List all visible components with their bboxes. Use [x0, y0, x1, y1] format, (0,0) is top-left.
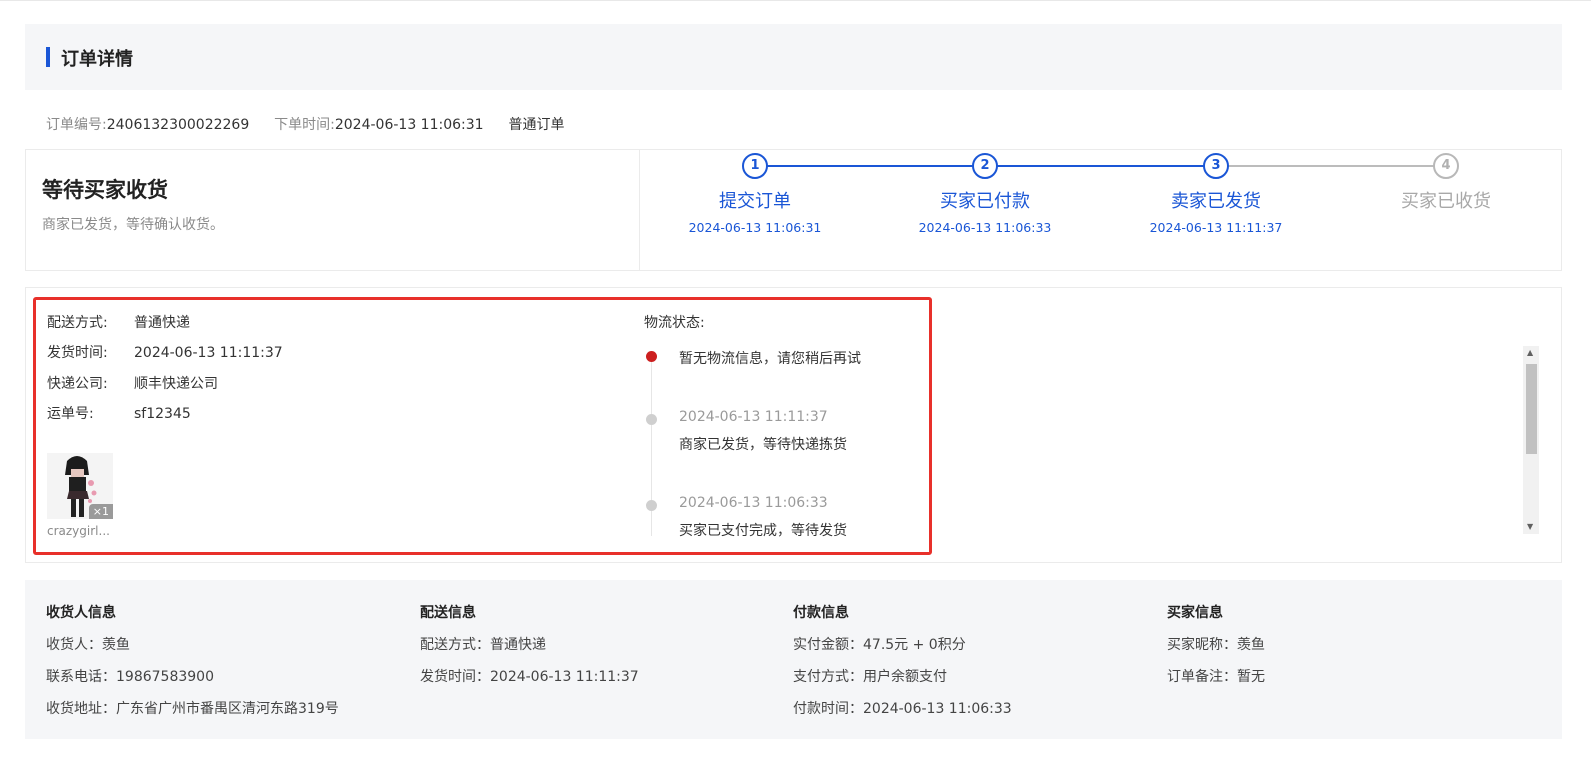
step-number: 2: [972, 153, 998, 179]
section-title: 付款信息: [793, 605, 849, 621]
step-seller-shipped: 3 卖家已发货 2024-06-13 11:11:37: [1101, 153, 1331, 235]
step-label: 卖家已发货: [1171, 191, 1261, 212]
payment-method: 支付方式：用户余额支付: [793, 669, 947, 685]
status-title: 等待买家收货: [42, 178, 168, 202]
step-submit-order: 1 提交订单 2024-06-13 11:06:31: [640, 153, 870, 235]
order-status-panel: 等待买家收货 商家已发货，等待确认收货。 1 提交订单 2024-06-13 1…: [25, 149, 1562, 271]
status-description: 商家已发货，等待确认收货。: [42, 217, 224, 233]
row-value: 2024-06-13 11:11:37: [134, 345, 283, 361]
logistics-event-text: 商家已发货，等待快递拣货: [679, 437, 847, 453]
tracking-number-row: 运单号: sf12345: [47, 403, 191, 423]
row-value[interactable]: sf12345: [134, 406, 191, 422]
timeline-dot: [646, 414, 657, 425]
order-type: 普通订单: [508, 117, 565, 133]
timeline-dot: [646, 500, 657, 511]
section-title: 买家信息: [1167, 605, 1223, 621]
step-label: 买家已付款: [940, 191, 1030, 212]
quantity-badge: ×1: [88, 504, 113, 519]
scrollbar-thumb[interactable]: [1526, 364, 1537, 454]
consignee-phone: 联系电话：19867583900: [46, 669, 214, 685]
row-label: 运单号:: [47, 406, 94, 422]
logistics-event-time: 2024-06-13 11:11:37: [679, 409, 828, 425]
logistics-event-time: 2024-06-13 11:06:33: [679, 495, 828, 511]
paid-amount: 实付金额：47.5元 + 0积分: [793, 637, 966, 653]
row-label: 发货时间:: [47, 345, 108, 361]
buyer-nickname: 买家昵称：羡鱼: [1167, 637, 1265, 653]
scroll-down-arrow-icon[interactable]: ▼: [1527, 522, 1533, 531]
payment-info: 付款信息 实付金额：47.5元 + 0积分 支付方式：用户余额支付 付款时间：2…: [793, 602, 1012, 717]
delivery-info: 配送信息 配送方式：普通快递 发货时间：2024-06-13 11:11:37: [420, 602, 639, 685]
delivery-time: 发货时间：2024-06-13 11:11:37: [420, 669, 639, 685]
row-label: 快递公司:: [47, 376, 108, 392]
shipping-method-row: 配送方式: 普通快递: [47, 312, 190, 332]
vertical-scrollbar[interactable]: ▲ ▼: [1523, 346, 1539, 534]
buyer-info: 买家信息 买家昵称：羡鱼 订单备注：暂无: [1167, 602, 1265, 685]
highlight-box: [33, 297, 932, 555]
order-no: 2406132300022269: [106, 117, 250, 133]
step-number: 3: [1203, 153, 1229, 179]
row-label: 配送方式:: [47, 315, 108, 331]
product-thumbnail[interactable]: ×1: [47, 453, 113, 519]
title-accent-bar: [46, 47, 50, 67]
page-title: 订单详情: [61, 49, 133, 70]
step-time: 2024-06-13 11:06:31: [688, 220, 822, 235]
step-buyer-paid: 2 买家已付款 2024-06-13 11:06:33: [870, 153, 1100, 235]
order-progress-steps: 1 提交订单 2024-06-13 11:06:31 2 买家已付款 2024-…: [640, 150, 1562, 270]
consignee-name: 收货人：羡鱼: [46, 637, 130, 653]
payment-time: 付款时间：2024-06-13 11:06:33: [793, 701, 1012, 717]
step-number: 1: [742, 153, 768, 179]
scroll-up-arrow-icon[interactable]: ▲: [1527, 348, 1533, 357]
order-info-sections: 收货人信息 收货人：羡鱼 联系电话：19867583900 收货地址：广东省广州…: [25, 580, 1562, 739]
order-meta: 订单编号:2406132300022269 下单时间:2024-06-13 11…: [46, 114, 564, 134]
section-title: 配送信息: [420, 605, 476, 621]
consignee-info: 收货人信息 收货人：羡鱼 联系电话：19867583900 收货地址：广东省广州…: [46, 602, 339, 717]
step-time: 2024-06-13 11:11:37: [1149, 220, 1283, 235]
order-no-label: 订单编号:: [46, 117, 107, 133]
timeline-dot-active: [646, 351, 657, 362]
step-number: 4: [1433, 153, 1459, 179]
page-top-border: [0, 0, 1591, 1]
logistics-event-text: 买家已支付完成，等待发货: [679, 523, 847, 539]
status-summary: 等待买家收货 商家已发货，等待确认收货。: [26, 150, 640, 270]
order-time-label: 下单时间:: [274, 117, 335, 133]
step-label: 提交订单: [719, 191, 791, 212]
ship-time-row: 发货时间: 2024-06-13 11:11:37: [47, 342, 283, 362]
row-value: 普通快递: [134, 315, 190, 331]
step-label: 买家已收货: [1401, 191, 1491, 212]
logistics-event-text: 暂无物流信息，请您稍后再试: [679, 351, 861, 367]
delivery-method: 配送方式：普通快递: [420, 637, 546, 653]
order-remark: 订单备注：暂无: [1167, 669, 1265, 685]
page-header: 订单详情: [25, 24, 1562, 90]
row-value: 顺丰快递公司: [134, 376, 218, 392]
step-time: 2024-06-13 11:06:33: [918, 220, 1052, 235]
order-time: 2024-06-13 11:06:31: [334, 117, 484, 133]
logistics-title: 物流状态:: [644, 315, 705, 331]
step-buyer-received: 4 买家已收货: [1331, 153, 1561, 220]
product-name[interactable]: crazygirl...: [47, 524, 110, 538]
consignee-address: 收货地址：广东省广州市番禺区清河东路319号: [46, 701, 339, 717]
courier-row: 快递公司: 顺丰快递公司: [47, 373, 218, 393]
section-title: 收货人信息: [46, 605, 116, 621]
shipping-panel: 配送方式: 普通快递 发货时间: 2024-06-13 11:11:37 快递公司:…: [25, 287, 1562, 563]
